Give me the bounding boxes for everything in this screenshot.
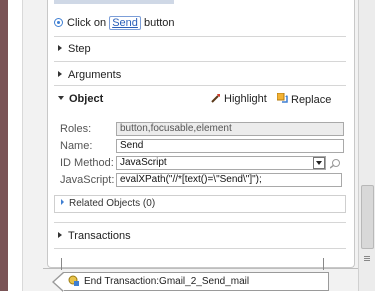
- related-objects-toggle[interactable]: Related Objects (0): [54, 195, 346, 213]
- caret-right-icon: [58, 71, 62, 78]
- replace-button[interactable]: Replace: [277, 92, 331, 106]
- scrollbar-thumb[interactable]: [361, 185, 374, 249]
- chevron-down-icon[interactable]: [313, 157, 325, 169]
- divider: [54, 222, 346, 223]
- end-transaction-step[interactable]: End Transaction:Gmail_2_Send_mail: [63, 272, 329, 291]
- end-step-arrow-fill: [54, 273, 64, 291]
- end-transaction-label: End Transaction:Gmail_2_Send_mail: [84, 276, 250, 287]
- caret-right-icon: [58, 232, 62, 239]
- highlight-button[interactable]: Highlight: [211, 92, 267, 105]
- roles-field: button,focusable,element: [116, 122, 344, 136]
- section-transactions-label: Transactions: [68, 230, 131, 242]
- caret-right-icon: [61, 199, 64, 206]
- section-step-label: Step: [68, 43, 91, 55]
- section-object-label: Object: [69, 93, 104, 105]
- id-method-label: ID Method:: [60, 157, 114, 169]
- name-field[interactable]: Send: [116, 139, 344, 153]
- step-prefix-text: Click on: [67, 17, 107, 29]
- divider: [54, 248, 346, 249]
- replace-icon: [277, 93, 288, 103]
- javascript-field[interactable]: evalXPath("//*[text()=\"Send\"]");: [116, 173, 342, 187]
- step-suffix-text: button: [143, 17, 175, 29]
- radio-icon: [54, 17, 63, 27]
- section-transactions-toggle[interactable]: Transactions: [58, 230, 131, 242]
- divider: [54, 36, 346, 37]
- section-arguments-toggle[interactable]: Arguments: [58, 69, 121, 81]
- caret-right-icon: [58, 45, 62, 52]
- section-arguments-label: Arguments: [68, 69, 122, 81]
- id-method-select[interactable]: JavaScript: [116, 156, 326, 170]
- left-edge-bar: [0, 0, 8, 291]
- replace-label: Replace: [291, 94, 332, 106]
- roles-label: Roles:: [60, 123, 92, 135]
- flow-connector-line: [43, 268, 358, 269]
- divider: [54, 85, 346, 86]
- highlight-label: Highlight: [224, 93, 267, 105]
- left-gutter: [8, 0, 23, 291]
- step-description: Click on Send button: [54, 16, 175, 30]
- scrollbar-grip-icon: [364, 256, 370, 257]
- flow-connector-left: [61, 258, 62, 270]
- related-objects-label: Related Objects (0): [69, 198, 156, 209]
- section-step-toggle[interactable]: Step: [58, 43, 91, 55]
- divider: [54, 61, 346, 62]
- caret-down-icon: [58, 96, 64, 101]
- wand-icon: [211, 94, 220, 103]
- previous-step-edge: [54, 0, 174, 4]
- javascript-label: JavaScript:: [60, 174, 115, 186]
- transaction-end-icon: [68, 275, 79, 286]
- target-link[interactable]: Send: [109, 16, 141, 30]
- flow-connector-right: [323, 258, 324, 270]
- name-label: Name:: [60, 140, 93, 152]
- target-picker-icon[interactable]: [330, 158, 341, 169]
- section-object-toggle[interactable]: Object: [58, 93, 103, 105]
